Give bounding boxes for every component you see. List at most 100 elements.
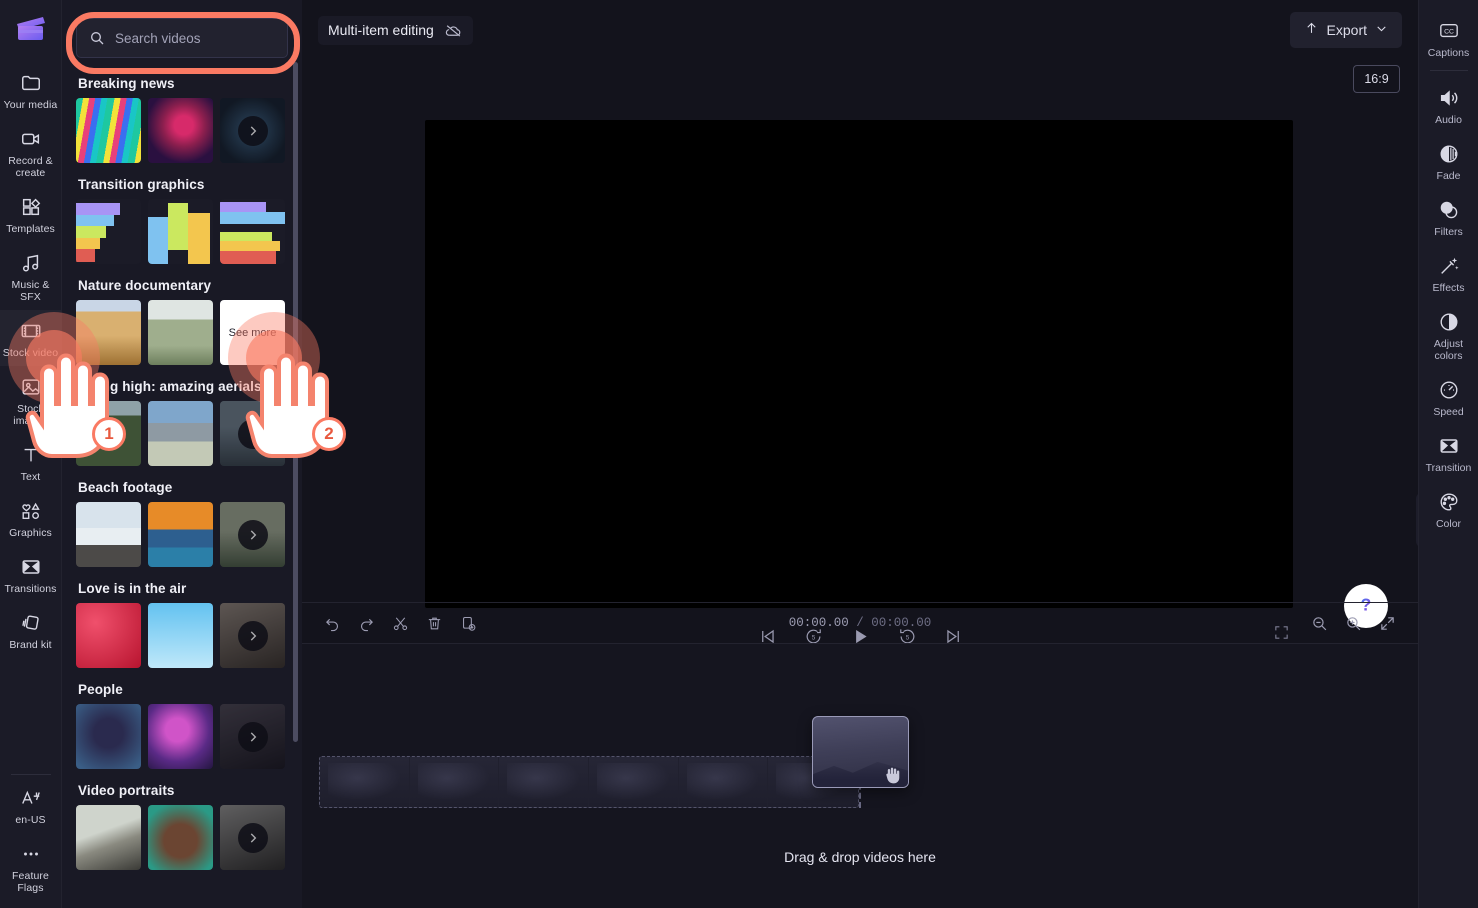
stock-video-more-thumbnail[interactable]: [220, 502, 285, 567]
aspect-ratio-button[interactable]: 16:9: [1353, 65, 1400, 93]
stock-video-thumbnail[interactable]: [148, 502, 213, 567]
svg-text:CC: CC: [1444, 28, 1454, 35]
duplicate-button[interactable]: [460, 615, 477, 632]
stock-video-thumbnail[interactable]: [76, 300, 141, 365]
total-time: 00:00.00: [871, 616, 931, 630]
film-strip-icon: [19, 319, 43, 343]
panel-item-audio[interactable]: Audio: [1419, 77, 1478, 133]
stock-video-more-thumbnail[interactable]: [220, 704, 285, 769]
sidebar-item-language[interactable]: en-US: [0, 777, 62, 833]
undo-button[interactable]: [324, 615, 341, 632]
grab-hand-icon: [880, 762, 906, 793]
export-label: Export: [1327, 22, 1367, 38]
stock-video-thumbnail[interactable]: [148, 98, 213, 163]
stock-video-thumbnail[interactable]: [76, 805, 141, 870]
contrast-icon: [1437, 310, 1461, 334]
media-category-list[interactable]: Breaking news Transition graphics: [62, 62, 302, 908]
project-title-group[interactable]: Multi-item editing: [318, 16, 473, 45]
zoom-out-button[interactable]: [1311, 615, 1328, 632]
sidebar-label: en-US: [15, 814, 45, 826]
top-right-actions: Export: [1290, 12, 1402, 48]
language-icon: [19, 786, 43, 810]
see-more-thumb[interactable]: See more: [220, 300, 285, 365]
clipchamp-logo[interactable]: [14, 12, 48, 46]
category-title: Breaking news: [78, 76, 288, 91]
rail-divider: [1430, 70, 1468, 71]
video-preview-canvas[interactable]: [425, 120, 1293, 608]
sidebar-item-brand-kit[interactable]: Brand kit: [0, 602, 62, 658]
sidebar-item-record-create[interactable]: Record & create: [0, 118, 62, 186]
stock-video-thumbnail[interactable]: [148, 704, 213, 769]
panel-item-fade[interactable]: Fade: [1419, 133, 1478, 189]
sidebar-item-templates[interactable]: Templates: [0, 186, 62, 242]
sidebar-label: Graphics: [9, 527, 52, 539]
right-properties-rail: CC Captions Audio Fa: [1418, 0, 1478, 908]
sidebar-item-text[interactable]: Text: [0, 434, 62, 490]
stock-video-more-thumbnail[interactable]: [220, 805, 285, 870]
redo-button[interactable]: [358, 615, 375, 632]
cloud-off-icon[interactable]: [444, 21, 463, 40]
stock-video-more-thumbnail[interactable]: [220, 603, 285, 668]
sidebar-item-stock-video[interactable]: Stock video: [0, 310, 62, 366]
stock-video-thumbnail[interactable]: [76, 199, 141, 264]
stock-video-thumbnail[interactable]: [76, 98, 141, 163]
panel-item-effects[interactable]: Effects: [1419, 245, 1478, 301]
stock-video-thumbnail[interactable]: [76, 603, 141, 668]
stock-video-more-thumbnail[interactable]: [220, 401, 285, 466]
zoom-in-button[interactable]: [1345, 615, 1362, 632]
thumbnail-row: [76, 603, 288, 668]
sidebar-item-transitions[interactable]: Transitions: [0, 546, 62, 602]
category-title: Beach footage: [78, 480, 288, 495]
left-navigation-rail: Your media Record & create Templates: [0, 0, 62, 908]
sidebar-item-your-media[interactable]: Your media: [0, 62, 62, 118]
thumbnail-row: [76, 98, 288, 163]
templates-icon: [19, 195, 43, 219]
search-input[interactable]: [115, 31, 275, 46]
speedometer-icon: [1437, 378, 1461, 402]
sidebar-label: Feature Flags: [2, 870, 60, 894]
sidebar-item-graphics[interactable]: Graphics: [0, 490, 62, 546]
delete-button[interactable]: [426, 615, 443, 632]
panel-item-captions[interactable]: CC Captions: [1419, 10, 1478, 66]
panel-item-speed[interactable]: Speed: [1419, 369, 1478, 425]
panel-item-adjust-colors[interactable]: Adjust colors: [1419, 301, 1478, 369]
split-button[interactable]: [392, 615, 409, 632]
panel-item-filters[interactable]: Filters: [1419, 189, 1478, 245]
stock-video-thumbnail[interactable]: [148, 199, 213, 264]
sidebar-item-music-sfx[interactable]: Music & SFX: [0, 242, 62, 310]
export-button[interactable]: Export: [1290, 12, 1402, 48]
thumbnail-row: [76, 805, 288, 870]
editor-main-area: Multi-item editing Export: [302, 0, 1418, 908]
search-icon: [89, 30, 105, 46]
sidebar-label: Stock video: [3, 347, 58, 359]
panel-label: Adjust colors: [1421, 338, 1477, 362]
media-panel-scrollbar[interactable]: [293, 62, 298, 742]
panel-item-color[interactable]: Color: [1419, 481, 1478, 537]
stock-video-thumbnail[interactable]: [220, 199, 285, 264]
stock-video-more-thumbnail[interactable]: [220, 98, 285, 163]
timeline-frame: [410, 757, 500, 807]
stock-video-thumbnail[interactable]: [148, 805, 213, 870]
fit-to-screen-button[interactable]: [1379, 615, 1396, 632]
category-title: Nature documentary: [78, 278, 288, 293]
sidebar-label: Your media: [4, 99, 58, 111]
stock-video-thumbnail[interactable]: [76, 704, 141, 769]
stock-video-thumbnail[interactable]: [76, 401, 141, 466]
filters-icon: [1437, 198, 1461, 222]
speaker-icon: [1437, 86, 1461, 110]
stock-video-thumbnail[interactable]: [148, 603, 213, 668]
timeline-drop-target[interactable]: [319, 756, 859, 808]
chevron-right-icon: [238, 722, 268, 752]
stock-video-thumbnail[interactable]: [148, 401, 213, 466]
transition-icon: [19, 555, 43, 579]
stock-video-thumbnail[interactable]: [76, 502, 141, 567]
panel-item-transition[interactable]: Transition: [1419, 425, 1478, 481]
category-title: Video portraits: [78, 783, 288, 798]
stock-video-thumbnail[interactable]: [148, 300, 213, 365]
panel-label: Fade: [1437, 170, 1461, 182]
sidebar-item-stock-images[interactable]: Stock images: [0, 366, 62, 434]
search-box[interactable]: [76, 18, 288, 58]
timeline-canvas[interactable]: Drag & drop videos here: [302, 644, 1418, 908]
sidebar-item-feature-flags[interactable]: Feature Flags: [0, 833, 62, 908]
thumbnail-row: [76, 502, 288, 567]
